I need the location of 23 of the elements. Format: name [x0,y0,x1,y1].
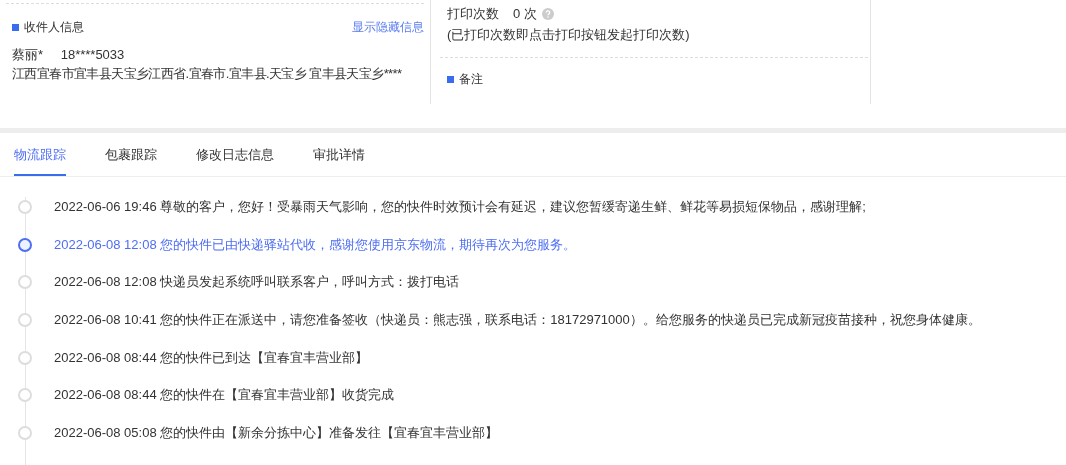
show-hidden-info-link[interactable]: 显示隐藏信息 [352,18,424,36]
timeline-event: 2022-06-08 10:41 您的快件正在派送中，请您准备签收（快递员：熊志强，联系电话：18172971000）。给您服务的快递员已完成新冠疫苗接种，祝您身体健康。 [54,310,981,329]
recipient-phone: 18****5033 [60,47,125,62]
timeline-event: 2022-06-08 12:08 快递员发起系统呼叫联系客户，呼叫方式：拨打电话 [54,273,460,292]
timeline-event: 2022-06-06 19:46 尊敬的客户，您好！受暴雨天气影响，您的快件时效预计会有延迟，建议您暂缓寄递生鲜、鲜花等易损短保物品，感谢理解; [54,197,866,216]
tab[interactable]: 包裹跟踪 [105,142,157,176]
section-marker-icon [12,23,19,31]
help-icon[interactable] [541,8,554,20]
timeline-event: 2022-06-08 08:44 您的快件在【宜春宜丰营业部】收货完成 [54,386,395,405]
print-count-value: 0 次 [513,5,537,23]
tab[interactable]: 审批详情 [313,142,365,176]
print-count-label: 打印次数 [447,5,499,23]
timeline-event: 2022-06-08 08:44 您的快件已到达【宜春宜丰营业部】 [54,348,369,367]
section-marker-icon [447,76,454,83]
section-heading: 备注 [459,71,483,88]
tab[interactable]: 修改日志信息 [196,142,274,176]
section-heading: 收件人信息 [24,18,84,36]
timeline-event: 2022-06-08 05:08 您的快件由【新余分拣中心】准备发往【宜春宜丰营业部】 [54,423,499,442]
print-count-note: (已打印次数即点击打印按钮发起打印次数) [447,26,691,44]
tab[interactable]: 物流跟踪 [14,142,66,176]
recipient-name: 蔡丽* [12,47,44,62]
timeline-event: 2022-06-08 12:08 您的快件已由快递驿站代收，感谢您使用京东物流，期待再次为您服务。 [54,235,577,254]
recipient-address: 江西宜春市宜丰县天宝乡江西省.宜春市.宜丰县.天宝乡 宜丰县天宝乡**** [12,66,403,81]
